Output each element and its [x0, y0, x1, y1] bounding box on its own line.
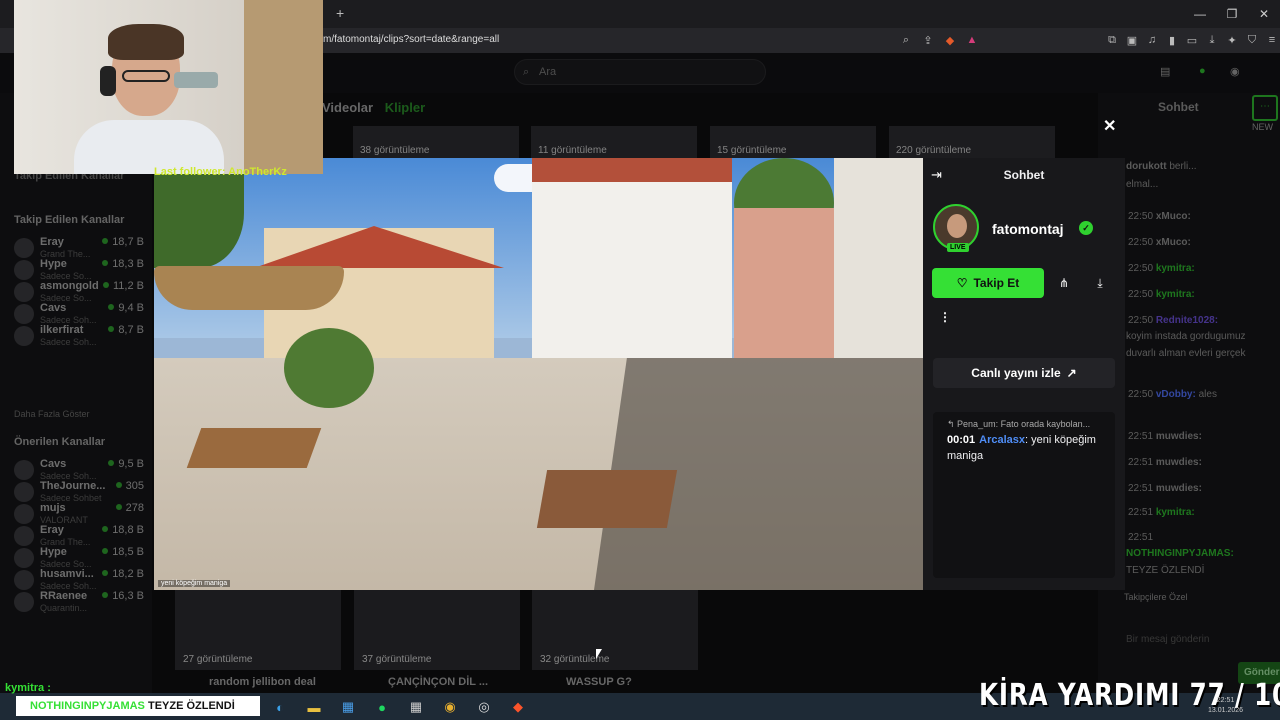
video-building	[532, 170, 732, 360]
menu-icon[interactable]: ≡	[1264, 32, 1280, 48]
mouse-cursor-icon	[596, 649, 602, 659]
edge-icon[interactable]: ◐	[270, 697, 290, 717]
headset-icon	[100, 66, 116, 96]
follow-label: Takip Et	[973, 276, 1020, 290]
maximize-button[interactable]: ❐	[1216, 0, 1248, 28]
heart-icon: ♡	[956, 276, 968, 290]
more-options-icon[interactable]: ⋮	[939, 310, 951, 324]
message-user[interactable]: Arcalasx	[979, 434, 1025, 446]
share-icon[interactable]: ⇪	[920, 32, 936, 48]
video-roof	[532, 158, 732, 182]
close-window-button[interactable]: ✕	[1248, 0, 1280, 28]
calculator-icon[interactable]: ▦	[406, 697, 426, 717]
extensions-icon[interactable]: ⧉	[1104, 32, 1120, 48]
video-caption: yeni köpeğim maniga	[158, 580, 231, 587]
file-explorer-icon[interactable]: ▬	[304, 697, 324, 717]
channel-name[interactable]: fatomontaj	[992, 221, 1064, 237]
video-building	[834, 158, 923, 388]
download-icon[interactable]: ⤓	[1204, 32, 1220, 48]
watch-live-label: Canlı yayını izle	[971, 366, 1061, 380]
brave-shield-icon[interactable]: ◆	[942, 32, 958, 48]
clip-chat-panel: ⇥ Sohbet LIVE fatomontaj ✓ ♡ Takip Et ⋔ …	[923, 158, 1125, 590]
store-icon[interactable]: ▦	[338, 697, 358, 717]
share-icon: ⋔	[1058, 276, 1070, 290]
video-umbrella	[154, 266, 344, 310]
clip-chat-title: Sohbet	[1003, 168, 1045, 182]
chrome-icon[interactable]: ◉	[440, 697, 460, 717]
screenshot-icon[interactable]: ▣	[1124, 32, 1140, 48]
live-badge: LIVE	[947, 243, 969, 252]
zoom-icon[interactable]: ⌕	[898, 32, 914, 48]
message-time: 00:01	[947, 434, 976, 446]
ticker-text: TEYZE ÖZLENDİ	[147, 700, 235, 712]
last-follower-overlay: Last follower: AnoTherKz	[154, 166, 287, 178]
overlay-ticker: NOTHINGINPYJAMAS TEYZE ÖZLENDİ	[16, 696, 260, 716]
video-grate	[536, 470, 678, 528]
ticker-user: NOTHINGINPYJAMAS	[30, 700, 145, 712]
window-controls: — ❐ ✕	[1184, 0, 1280, 28]
sidebar-icon[interactable]: ▮	[1164, 32, 1180, 48]
taskbar-icons: ◐ ▬ ▦ ● ▦ ◉ ◎ ◆	[270, 697, 528, 717]
download-button[interactable]: ⤓	[1088, 268, 1112, 298]
overlay-chat-line: kymitra :	[5, 682, 51, 694]
video-roof	[254, 226, 504, 268]
streamer-person	[74, 24, 224, 174]
wallet-icon[interactable]: ▭	[1184, 32, 1200, 48]
chat-replay-box: ↰ Pena_um: Fato orada kaybolan... 00:01 A…	[933, 412, 1115, 578]
clip-chat-header: ⇥ Sohbet	[923, 158, 1125, 192]
verified-icon: ✓	[1079, 221, 1093, 235]
vpn-icon[interactable]: ⛉	[1244, 32, 1260, 48]
obs-icon[interactable]: ◎	[474, 697, 494, 717]
video-bench	[186, 428, 322, 468]
external-link-icon: ↗	[1066, 366, 1077, 380]
spotify-icon[interactable]: ●	[372, 697, 392, 717]
microphone-icon	[174, 72, 218, 88]
chat-message: 00:01 Arcalasx: yeni köpeğim maniga	[947, 432, 1107, 464]
watch-live-button[interactable]: Canlı yayını izle ↗	[933, 358, 1115, 388]
taskbar-clock: 22:51 13.01.2026	[1208, 697, 1244, 714]
brave-rewards-icon[interactable]: ▲	[964, 32, 980, 48]
reply-preview: ↰ Pena_um: Fato orada kaybolan...	[947, 419, 1091, 429]
new-tab-button[interactable]: +	[336, 5, 344, 21]
minimize-button[interactable]: —	[1184, 0, 1216, 28]
clip-video-player[interactable]: yeni köpeğim maniga	[154, 158, 923, 590]
media-icon[interactable]: ♫	[1144, 32, 1160, 48]
download-icon: ⤓	[1097, 275, 1103, 290]
ai-icon[interactable]: ✦	[1224, 32, 1240, 48]
brave-icon[interactable]: ◆	[508, 697, 528, 717]
share-button[interactable]: ⋔	[1052, 268, 1076, 298]
close-modal-button[interactable]: ✕	[1103, 116, 1116, 136]
video-building	[734, 208, 834, 368]
follow-button[interactable]: ♡ Takip Et	[932, 268, 1044, 298]
video-plant	[284, 328, 374, 408]
url-text[interactable]: m/fatomontaj/clips?sort=date&range=all	[323, 34, 499, 45]
webcam-overlay	[14, 0, 323, 174]
